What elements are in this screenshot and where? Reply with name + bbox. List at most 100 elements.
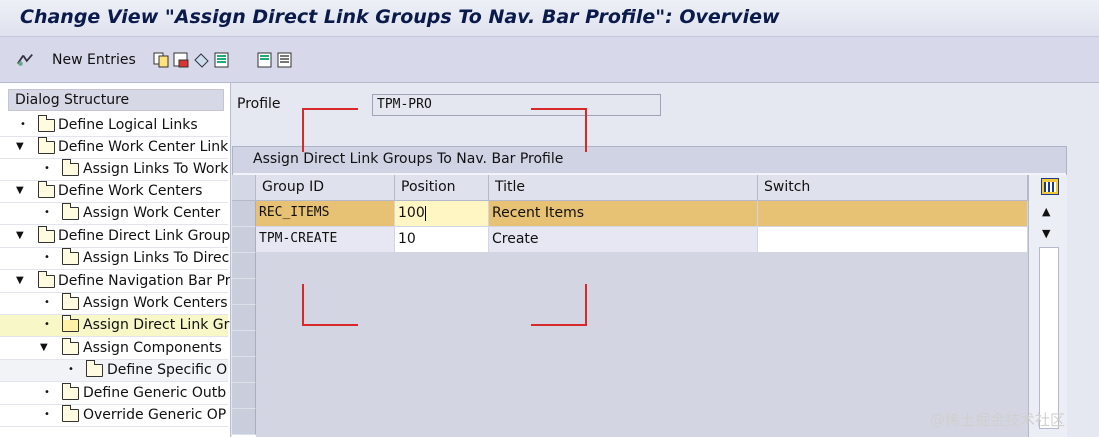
- annotation-line: [585, 284, 587, 326]
- deselect-all-icon[interactable]: [276, 51, 294, 69]
- tree-item-label: Define Work Centers: [58, 183, 203, 199]
- bullet-icon: •: [20, 119, 26, 130]
- column-header-switch[interactable]: Switch: [758, 175, 1028, 201]
- annotation-line: [302, 108, 304, 152]
- dialog-structure-panel: Dialog Structure • Define Logical Links …: [0, 83, 231, 437]
- folder-icon: [61, 203, 79, 220]
- cell-title[interactable]: Recent Items: [489, 201, 758, 227]
- tree-item-assign-links-to-work[interactable]: • Assign Links To Work: [0, 159, 228, 181]
- folder-icon: [61, 159, 79, 176]
- folder-icon: [61, 248, 79, 265]
- tree-item-label: Define Logical Links: [58, 117, 198, 133]
- bullet-icon: •: [68, 364, 74, 375]
- copy-icon[interactable]: [152, 51, 170, 69]
- new-entries-button[interactable]: New Entries: [52, 52, 136, 68]
- tree-item-label: Assign Links To Direc: [83, 250, 230, 266]
- tree-item-label: Assign Work Center: [83, 205, 221, 221]
- row-selector[interactable]: [232, 227, 256, 253]
- bullet-icon: •: [44, 297, 50, 308]
- row-selector[interactable]: [232, 305, 256, 331]
- scroll-thumb[interactable]: [1039, 247, 1059, 429]
- row-selector[interactable]: [232, 409, 256, 435]
- undo-icon[interactable]: [192, 51, 210, 69]
- annotation-line: [531, 108, 587, 110]
- tree-item-define-logical-links[interactable]: • Define Logical Links: [0, 115, 228, 137]
- tree-item-assign-work-center[interactable]: • Assign Work Center: [0, 203, 228, 225]
- bullet-icon: •: [44, 319, 50, 330]
- row-selector[interactable]: [232, 383, 256, 409]
- tree-item-assign-components[interactable]: ▼ Assign Components: [0, 338, 228, 360]
- expand-triangle-icon[interactable]: ▼: [16, 230, 24, 241]
- row-selector[interactable]: [232, 331, 256, 357]
- profile-field[interactable]: TPM-PRO: [372, 94, 661, 116]
- bullet-icon: •: [44, 207, 50, 218]
- tree-item-label: Define Navigation Bar Pr: [58, 273, 231, 289]
- annotation-line: [302, 284, 304, 326]
- scroll-up-icon[interactable]: ▲: [1042, 205, 1050, 218]
- glasses-icon[interactable]: [16, 51, 34, 69]
- row-selector[interactable]: [232, 253, 256, 279]
- tree-item-label: Override Generic OP: [83, 407, 227, 423]
- column-header-group-id[interactable]: Group ID: [256, 175, 395, 201]
- table-title: Assign Direct Link Groups To Nav. Bar Pr…: [233, 147, 1066, 173]
- cell-position[interactable]: 10: [395, 227, 489, 253]
- folder-icon: [37, 115, 55, 132]
- profile-label: Profile: [237, 96, 281, 112]
- tree-item-label: Define Work Center Link: [58, 139, 229, 155]
- expand-triangle-icon[interactable]: ▼: [40, 342, 48, 353]
- bullet-icon: •: [44, 409, 50, 420]
- annotation-line: [585, 108, 587, 152]
- tree-item-assign-links-to-direct[interactable]: • Assign Links To Direc: [0, 248, 230, 270]
- select-block-icon[interactable]: [256, 51, 274, 69]
- tree-item-define-direct-link-group[interactable]: ▼ Define Direct Link Group: [0, 226, 230, 248]
- tree-item-override-generic-op[interactable]: • Override Generic OP: [0, 405, 228, 427]
- tree-item-define-work-centers[interactable]: ▼ Define Work Centers: [0, 181, 228, 203]
- tree-item-label: Assign Links To Work: [83, 161, 229, 177]
- delete-icon[interactable]: [172, 51, 190, 69]
- scroll-down-icon[interactable]: ▼: [1042, 227, 1050, 240]
- watermark: @稀土掘金技术社区: [930, 411, 1066, 429]
- cell-position[interactable]: 100: [395, 201, 489, 227]
- tree-item-define-generic-outbound[interactable]: • Define Generic Outb: [0, 383, 228, 405]
- table-scrollbar[interactable]: ▲ ▼: [1028, 175, 1067, 437]
- tree-item-assign-work-centers[interactable]: • Assign Work Centers: [0, 293, 228, 315]
- empty-rows: [256, 253, 1028, 437]
- row-selector[interactable]: [232, 201, 256, 227]
- bullet-icon: •: [44, 387, 50, 398]
- cell-group-id[interactable]: TPM-CREATE: [256, 227, 395, 253]
- annotation-line: [302, 324, 358, 326]
- folder-icon: [37, 271, 55, 288]
- folder-icon: [37, 181, 55, 198]
- select-all-header[interactable]: [232, 175, 256, 201]
- folder-icon: [37, 137, 55, 154]
- text-cursor: [424, 205, 426, 221]
- cell-position-value[interactable]: 100: [398, 205, 425, 221]
- cell-switch[interactable]: [758, 227, 1028, 253]
- tree-item-define-navigation-bar-profile[interactable]: ▼ Define Navigation Bar Pr: [0, 271, 231, 293]
- tree-item-define-specific-o[interactable]: • Define Specific O: [0, 360, 228, 382]
- expand-triangle-icon[interactable]: ▼: [16, 141, 24, 152]
- cell-title[interactable]: Create: [489, 227, 758, 253]
- tree-item-define-work-center-link[interactable]: ▼ Define Work Center Link: [0, 137, 228, 159]
- column-settings-icon[interactable]: [1041, 178, 1059, 195]
- folder-icon: [61, 293, 79, 310]
- expand-triangle-icon[interactable]: ▼: [16, 185, 24, 196]
- dialog-structure-header: Dialog Structure: [8, 89, 224, 111]
- tree-item-label: Assign Direct Link Gr: [83, 317, 230, 333]
- select-all-icon[interactable]: [213, 51, 231, 69]
- folder-icon: [61, 405, 79, 422]
- row-selector[interactable]: [232, 357, 256, 383]
- title-bar: Change View "Assign Direct Link Groups T…: [0, 0, 1099, 37]
- column-header-title[interactable]: Title: [489, 175, 758, 201]
- column-header-position[interactable]: Position: [395, 175, 489, 201]
- cell-switch[interactable]: [758, 201, 1028, 227]
- cell-group-id[interactable]: REC_ITEMS: [256, 201, 395, 227]
- folder-icon: [37, 226, 55, 243]
- expand-triangle-icon[interactable]: ▼: [16, 275, 24, 286]
- row-selector[interactable]: [232, 279, 256, 305]
- tree-item-label: Define Specific O: [107, 362, 228, 378]
- annotation-line: [302, 108, 358, 110]
- toolbar: New Entries: [0, 37, 1099, 83]
- folder-icon: [61, 383, 79, 400]
- tree-item-assign-direct-link-groups[interactable]: • Assign Direct Link Gr: [0, 315, 230, 337]
